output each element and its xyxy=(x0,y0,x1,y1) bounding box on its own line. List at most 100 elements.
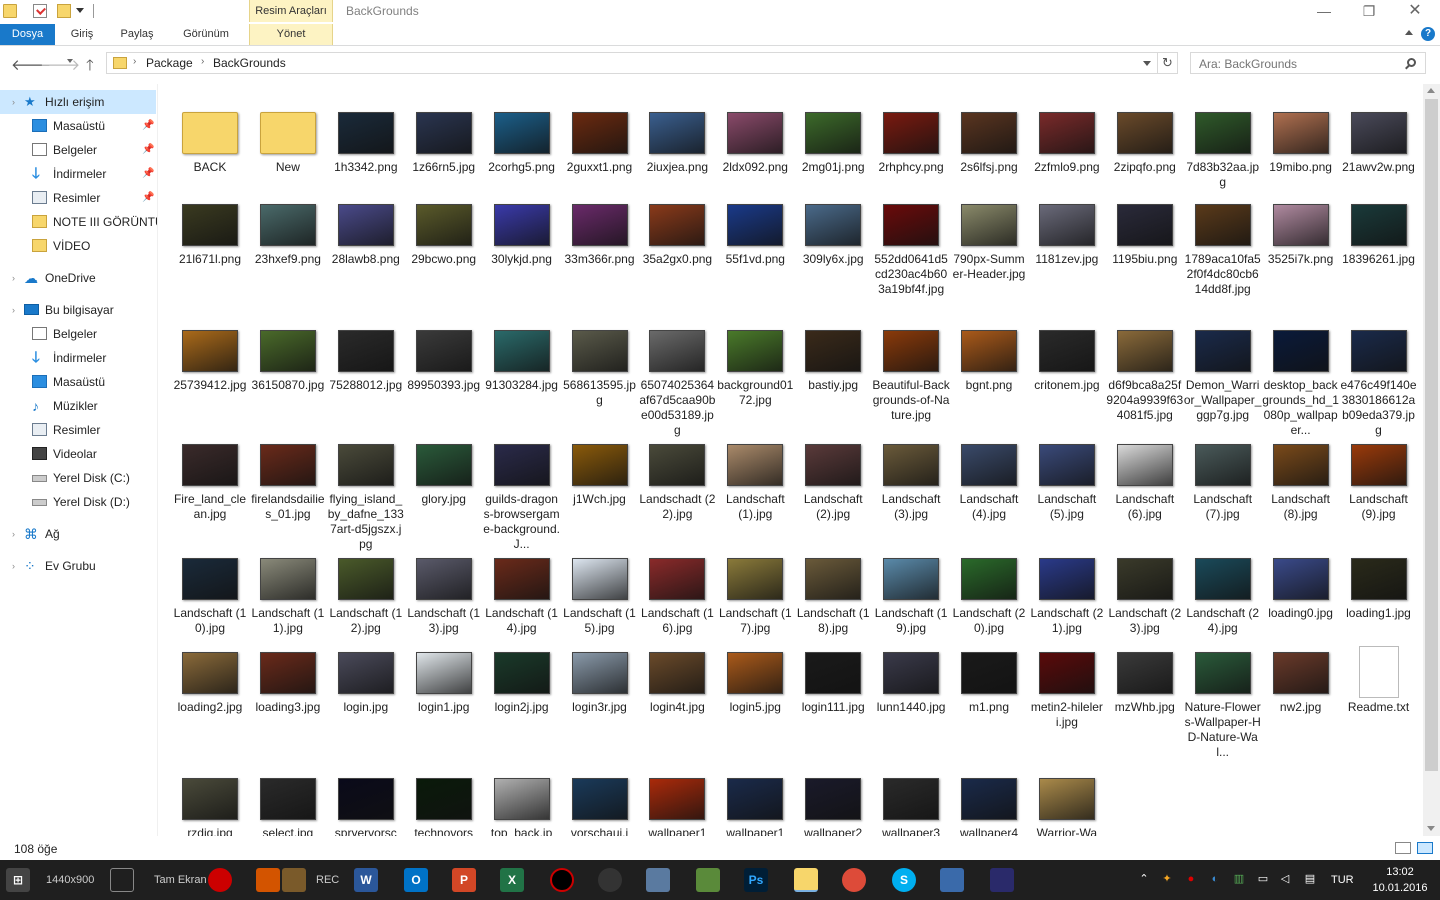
file-name: Landschaft (12).jpg xyxy=(329,606,403,635)
minimize-button[interactable]: — xyxy=(1301,0,1347,22)
breadcrumb-separator-icon[interactable]: › xyxy=(133,56,136,67)
tray-app-icon[interactable]: ✦ xyxy=(1160,872,1174,886)
start-button[interactable]: ⊞ xyxy=(6,868,30,892)
quick-access-toolbar-dropdown-icon[interactable] xyxy=(76,8,84,13)
nav-item[interactable]: VİDEO xyxy=(0,234,156,258)
nav-item[interactable]: 🡓 İndirmeler xyxy=(0,346,156,370)
ribbon-expand-icon[interactable] xyxy=(1405,30,1413,35)
image-thumbnail xyxy=(961,112,1017,154)
notifications-icon[interactable]: ▤ xyxy=(1303,872,1317,886)
tray-record-icon[interactable]: ● xyxy=(1184,872,1198,886)
vertical-scrollbar[interactable] xyxy=(1423,84,1440,836)
volume-icon[interactable]: ◁ xyxy=(1278,872,1292,886)
firefox-icon[interactable] xyxy=(256,868,280,892)
breadcrumb-separator-icon[interactable]: › xyxy=(201,56,204,67)
up-button[interactable]: 🡑 xyxy=(86,55,94,80)
expander-icon[interactable]: › xyxy=(12,554,15,578)
pin-icon[interactable]: 📌 xyxy=(142,186,154,210)
app-moon-icon[interactable] xyxy=(940,868,964,892)
tab-manage[interactable]: Yönet xyxy=(249,24,333,45)
image-thumbnail xyxy=(1194,330,1251,372)
network-app-icon[interactable] xyxy=(646,868,670,892)
expander-icon[interactable]: › xyxy=(12,90,15,114)
new-folder-icon[interactable] xyxy=(57,4,71,18)
search-input[interactable] xyxy=(1199,57,1399,71)
image-thumbnail xyxy=(1116,330,1173,372)
refresh-button[interactable]: ↻ xyxy=(1158,52,1178,74)
file-name: e476c49f140e3830186612ab09eda379.jpg xyxy=(1340,378,1417,437)
breadcrumb-backgrounds[interactable]: BackGrounds xyxy=(213,56,286,70)
search-icon[interactable] xyxy=(1407,58,1416,67)
power-icon[interactable]: ▭ xyxy=(1256,872,1270,886)
help-icon[interactable]: ? xyxy=(1421,27,1435,41)
nav-item[interactable]: Yerel Disk (C:) xyxy=(0,466,156,490)
pin-icon[interactable]: 📌 xyxy=(142,138,154,162)
expander-icon[interactable]: › xyxy=(12,266,15,290)
tab-home[interactable]: Giriş xyxy=(60,24,104,45)
nav-item[interactable]: Belgeler xyxy=(0,322,156,346)
tray-chart-icon[interactable]: ▥ xyxy=(1232,872,1246,886)
app-flag-icon[interactable] xyxy=(990,868,1014,892)
photoshop-icon[interactable]: Ps xyxy=(744,868,768,892)
scroll-up-icon[interactable] xyxy=(1427,88,1435,93)
nav-item[interactable]: ⌘ Ağ › xyxy=(0,522,156,546)
pin-icon[interactable]: 📌 xyxy=(142,114,154,138)
image-thumbnail xyxy=(415,112,472,154)
nav-item[interactable]: Yerel Disk (D:) xyxy=(0,490,156,514)
nav-item[interactable]: ⁘ Ev Grubu › xyxy=(0,554,156,578)
forward-button[interactable]: 🡒 xyxy=(40,55,80,74)
nav-item[interactable]: Videolar xyxy=(0,442,156,466)
scroll-thumb[interactable] xyxy=(1425,99,1438,771)
camera-icon[interactable] xyxy=(282,868,306,892)
nav-item[interactable]: Belgeler 📌 xyxy=(0,138,156,162)
file-name: 91303284.jpg xyxy=(485,378,558,392)
skype-icon[interactable]: S xyxy=(892,868,916,892)
chart-app-icon[interactable] xyxy=(696,868,720,892)
file-name: 1195biu.png xyxy=(1112,252,1178,266)
maximize-button[interactable]: ❐ xyxy=(1346,0,1392,22)
chrome-icon[interactable] xyxy=(842,868,866,892)
language-indicator[interactable]: TUR xyxy=(1331,874,1354,886)
scroll-down-icon[interactable] xyxy=(1427,826,1435,831)
address-bar[interactable]: › Package › BackGrounds xyxy=(106,52,1158,74)
excel-icon[interactable]: X xyxy=(500,868,524,892)
nav-item[interactable]: Resimler xyxy=(0,418,156,442)
opera-icon[interactable] xyxy=(208,868,232,892)
pin-icon[interactable]: 📌 xyxy=(142,162,154,186)
record-icon[interactable] xyxy=(550,868,574,892)
nav-item[interactable]: ☁ OneDrive › xyxy=(0,266,156,290)
close-button[interactable]: ✕ xyxy=(1392,0,1438,22)
nav-item[interactable]: Resimler 📌 xyxy=(0,186,156,210)
powerpoint-icon[interactable]: P xyxy=(452,868,476,892)
details-view-icon[interactable] xyxy=(1395,842,1411,854)
nav-item[interactable]: Bu bilgisayar › xyxy=(0,298,156,322)
nav-item[interactable]: 🡓 İndirmeler 📌 xyxy=(0,162,156,186)
nav-item[interactable]: Masaüstü xyxy=(0,370,156,394)
properties-icon[interactable] xyxy=(33,4,47,18)
address-dropdown-icon[interactable] xyxy=(1143,61,1151,66)
nav-item-label: Bu bilgisayar xyxy=(45,303,114,317)
breadcrumb-package[interactable]: Package xyxy=(146,56,193,70)
outlook-icon[interactable]: O xyxy=(404,868,428,892)
search-box[interactable] xyxy=(1190,52,1426,74)
nav-item[interactable]: NOTE III GÖRÜNTÜ xyxy=(0,210,157,234)
expander-icon[interactable]: › xyxy=(12,298,15,322)
nav-item[interactable]: Masaüstü 📌 xyxy=(0,114,156,138)
image-thumbnail xyxy=(571,204,628,246)
tab-file[interactable]: Dosya xyxy=(0,24,55,45)
task-view-icon[interactable] xyxy=(110,868,134,892)
nav-item[interactable]: ♪ Müzikler xyxy=(0,394,156,418)
image-thumbnail xyxy=(727,778,784,820)
nav-item[interactable]: ★ Hızlı erişim › xyxy=(0,90,156,114)
large-icons-view-icon[interactable] xyxy=(1417,842,1433,854)
tray-sync-icon[interactable]: ◐ xyxy=(1208,872,1222,886)
show-hidden-icons-icon[interactable]: ⌃ xyxy=(1137,872,1151,886)
recent-locations-button[interactable] xyxy=(67,59,73,63)
tab-share[interactable]: Paylaş xyxy=(112,24,162,45)
file-explorer-icon[interactable] xyxy=(794,868,818,892)
tab-view[interactable]: Görünüm xyxy=(172,24,240,45)
clock[interactable]: 13:02 10.01.2016 xyxy=(1372,864,1428,896)
word-icon[interactable]: W xyxy=(354,868,378,892)
expander-icon[interactable]: › xyxy=(12,522,15,546)
app-icon[interactable] xyxy=(598,868,622,892)
